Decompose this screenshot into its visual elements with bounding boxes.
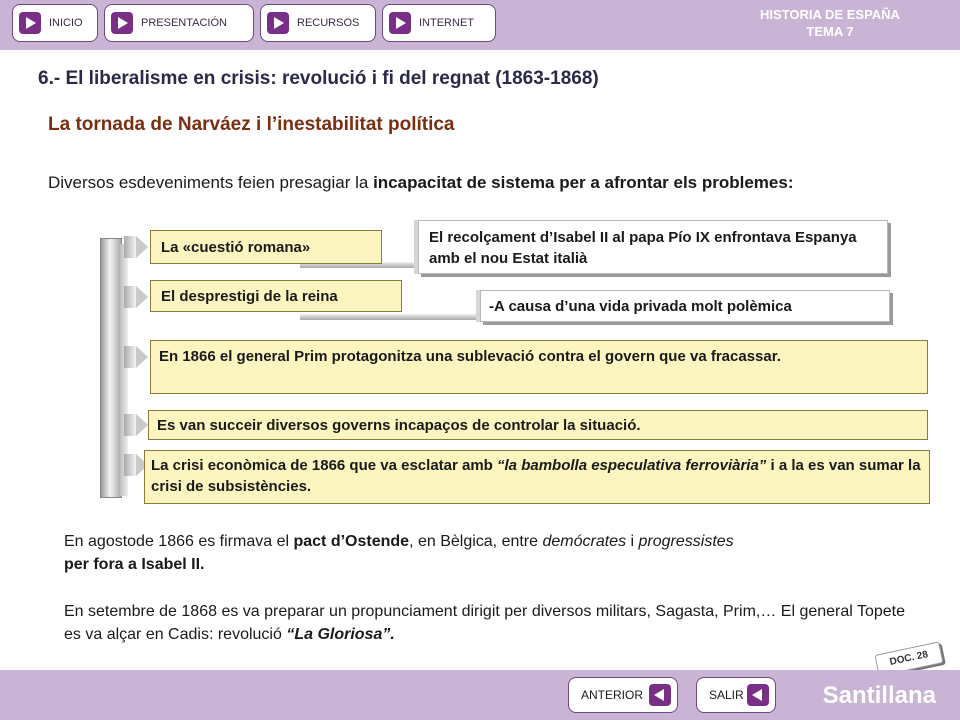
ostende-text-c: , en Bèlgica, entre — [409, 533, 543, 550]
course-line-2: TEMA 7 — [806, 24, 854, 39]
diagram-item-prim-uprising: En 1866 el general Prim protagonitza una… — [150, 340, 928, 394]
bottom-bar — [0, 670, 960, 720]
ostende-text-democrats: demócrates — [542, 533, 627, 550]
paragraph-gloriosa: En setembre de 1868 es va preparar un pr… — [64, 600, 910, 646]
diagram-item-roman-question: La «cuestió romana» — [150, 230, 382, 264]
diagram-arrow-tab — [124, 414, 148, 436]
intro-paragraph: Diversos esdeveniments feien presagiar l… — [48, 170, 904, 195]
diagram-vertical-bar — [100, 238, 122, 498]
diagram-detail-roman-question: El recolçament d’Isabel II al papa Pío I… — [418, 220, 888, 274]
diagram-arrow-tab — [124, 286, 148, 308]
course-line-1: HISTORIA DE ESPAÑA — [760, 7, 900, 22]
diagram-arrow-tab — [124, 236, 148, 258]
paragraph-ostende: En agostode 1866 es firmava el pact d’Os… — [64, 530, 910, 576]
play-arrow-icon — [111, 12, 133, 34]
diagram-item-governments: Es van succeir diversos governs incapaço… — [148, 410, 928, 440]
ostende-text-progressives: progressistes — [638, 533, 734, 550]
play-arrow-icon — [19, 12, 41, 34]
course-title: HISTORIA DE ESPAÑA TEMA 7 — [760, 6, 900, 40]
exit-button[interactable]: SALIR — [696, 677, 776, 713]
page-title: 6.- El liberalisme en crisis: revolució … — [38, 68, 599, 89]
back-arrow-icon — [747, 684, 769, 706]
connector-line — [300, 314, 480, 320]
nav-recursos-button[interactable]: RECURSOS — [260, 4, 376, 42]
crisis-text-a: La crisi econòmica de 1866 que va esclat… — [151, 457, 498, 474]
diagram-item-economic-crisis: La crisi econòmica de 1866 que va esclat… — [144, 450, 930, 504]
nav-internet-button[interactable]: INTERNET — [382, 4, 496, 42]
diagram-detail-queen-discredit: -A causa d’una vida privada molt polèmic… — [480, 290, 890, 322]
nav-internet-label: INTERNET — [419, 17, 474, 29]
ostende-text-e: i — [626, 533, 639, 550]
gloriosa-text-a: En setembre de 1868 es va preparar un pr… — [64, 603, 906, 643]
play-arrow-icon — [389, 12, 411, 34]
play-arrow-icon — [267, 12, 289, 34]
intro-text-plain: Diversos esdeveniments feien presagiar l… — [48, 173, 374, 192]
ostende-text-end: per fora a Isabel II. — [64, 556, 205, 573]
intro-text-bold: incapacitat de sistema per a afrontar el… — [373, 173, 794, 192]
diagram-arrow-tab — [124, 346, 148, 368]
section-subtitle: La tornada de Narváez i l’inestabilitat … — [48, 114, 455, 135]
nav-presentacion-label: PRESENTACIÓN — [141, 17, 227, 29]
diagram-arrow-tab — [124, 454, 148, 476]
ostende-text-a: En agostode 1866 es firmava el — [64, 533, 294, 550]
prev-label: ANTERIOR — [581, 688, 644, 702]
nav-presentacion-button[interactable]: PRESENTACIÓN — [104, 4, 254, 42]
gloriosa-text-title: “La Gloriosa”. — [286, 626, 395, 643]
exit-label: SALIR — [709, 688, 744, 702]
crisis-text-italic: “la bambolla especulativa ferroviària” — [497, 457, 767, 474]
back-arrow-icon — [649, 684, 671, 706]
nav-inicio-label: INICIO — [49, 17, 83, 29]
brand-logo: Santillana — [822, 682, 936, 709]
diagram-item-queen-discredit: El desprestigi de la reina — [150, 280, 402, 312]
ostende-text-bold: pact d’Ostende — [293, 533, 410, 550]
nav-recursos-label: RECURSOS — [297, 17, 360, 29]
prev-button[interactable]: ANTERIOR — [568, 677, 678, 713]
nav-inicio-button[interactable]: INICIO — [12, 4, 98, 42]
